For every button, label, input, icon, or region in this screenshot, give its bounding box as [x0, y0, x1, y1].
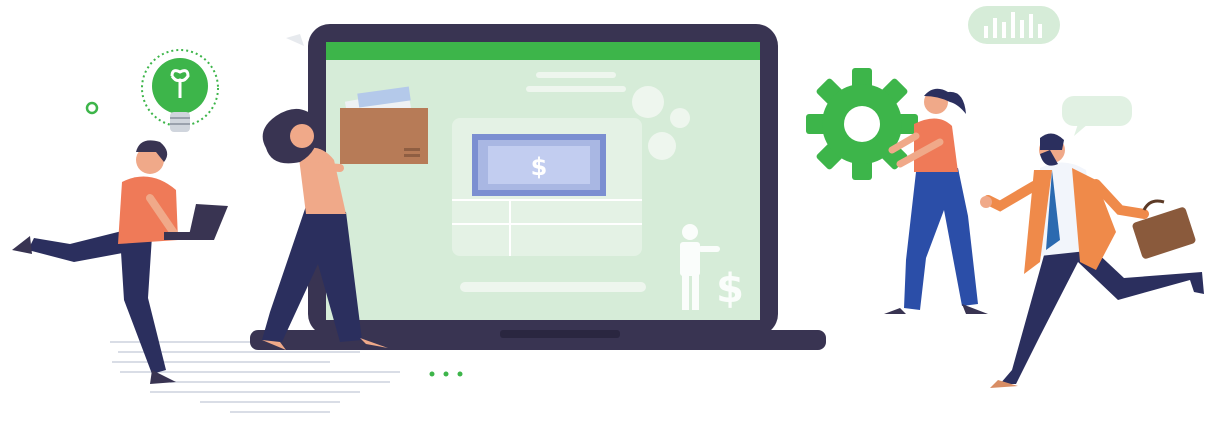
speech-bubble-icon — [1062, 96, 1132, 136]
payroll-symbol: $ — [716, 266, 744, 312]
ring-decoration — [85, 101, 99, 115]
bar-chart-icon — [968, 6, 1060, 44]
payroll-illustration: $ $ — [12, 6, 1204, 413]
dots-icon — [429, 371, 463, 377]
man-with-laptop — [12, 140, 228, 384]
lightbulb-icon — [141, 49, 219, 132]
flying-paper — [286, 34, 304, 46]
banknote-icon: $ — [472, 134, 606, 196]
banknote-symbol: $ — [531, 153, 548, 181]
businessman-running — [980, 133, 1204, 388]
